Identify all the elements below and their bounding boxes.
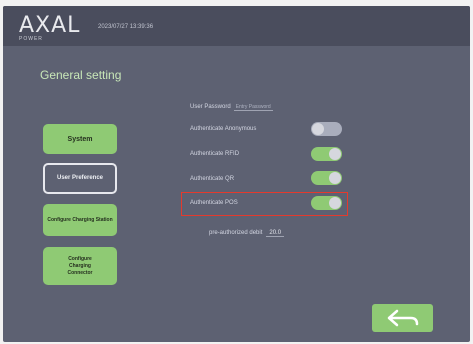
user-password-input[interactable]: Entry Password <box>233 104 273 111</box>
top-bar: AXAL POWER 2023/07/27 13:39:36 <box>3 6 470 46</box>
preauth-row: pre-authorized debit 20.0 <box>209 230 285 237</box>
preauth-label: pre-authorized debit <box>209 230 263 236</box>
configure-charging-connector-button[interactable]: Configure Charging Connector <box>43 247 117 285</box>
screen-frame: AXAL POWER 2023/07/27 13:39:36 General s… <box>3 6 470 342</box>
toggle-knob <box>329 197 341 209</box>
authenticate-anonymous-label: Authenticate Anonymous <box>190 126 257 132</box>
authenticate-rfid-label: Authenticate RFID <box>190 151 240 157</box>
toggle-knob <box>312 123 324 135</box>
authenticate-rfid-toggle[interactable] <box>311 147 342 161</box>
datetime: 2023/07/27 13:39:36 <box>98 24 154 30</box>
axal-logo: AXAL <box>19 13 81 38</box>
toggle-knob <box>329 172 341 184</box>
configure-charging-station-button[interactable]: Configure Charging Station <box>43 204 117 236</box>
system-button[interactable]: System <box>43 124 117 154</box>
authenticate-qr-label: Authenticate QR <box>190 176 235 182</box>
back-arrow-icon <box>387 309 418 327</box>
authenticate-anonymous-toggle[interactable] <box>311 122 342 136</box>
user-password-row: User Password Entry Password <box>190 104 273 111</box>
authenticate-pos-toggle[interactable] <box>311 196 342 210</box>
authenticate-qr-toggle[interactable] <box>311 171 342 185</box>
page-title: General setting <box>40 68 122 82</box>
user-password-label: User Password <box>190 104 231 110</box>
logo-subtext: POWER <box>19 36 43 42</box>
preauth-input[interactable]: 20.0 <box>266 230 285 237</box>
toggle-knob <box>329 148 341 160</box>
back-button[interactable] <box>372 304 433 332</box>
user-preference-button[interactable]: User Preference <box>43 163 117 194</box>
authenticate-pos-label: Authenticate POS <box>190 200 238 206</box>
